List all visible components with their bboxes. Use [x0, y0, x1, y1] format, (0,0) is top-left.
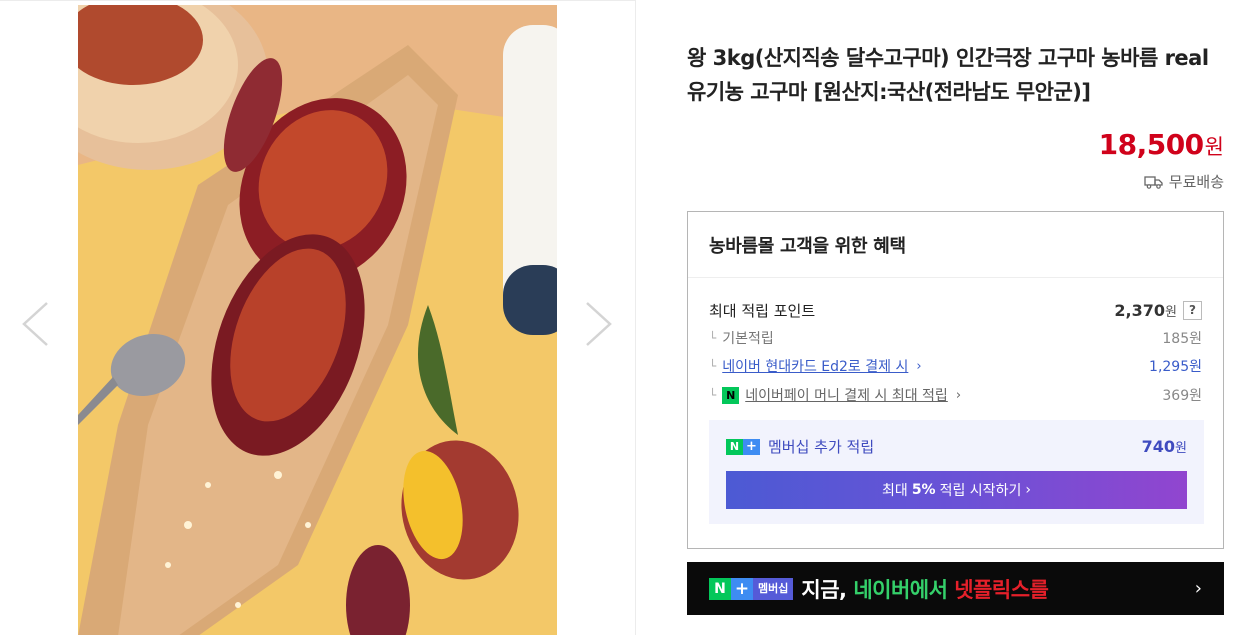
card-points-row: └ 네이버 현대카드 Ed2로 결제 시 › 1,295원: [709, 356, 1202, 376]
tree-branch-icon: └: [709, 331, 717, 345]
npay-points-value: 369원: [1162, 388, 1202, 404]
price-display: 18,500원: [1099, 128, 1224, 161]
truck-icon: [1144, 175, 1163, 189]
sweet-potato-photo: [78, 5, 557, 635]
max-points-row: 최대 적립 포인트 2,370원 ?: [709, 300, 1202, 321]
card-points-link[interactable]: 네이버 현대카드 Ed2로 결제 시: [722, 356, 908, 376]
tree-branch-icon: └: [709, 388, 717, 402]
product-gallery: [0, 0, 636, 635]
start-membership-button[interactable]: 최대 5% 적립 시작하기 ›: [726, 471, 1187, 509]
help-icon[interactable]: ?: [1183, 301, 1202, 320]
membership-unit: 원: [1175, 441, 1187, 456]
product-page: 왕 3kg(산지직송 달수고구마) 인간극장 고구마 농바름 real 유기농 …: [0, 0, 1245, 635]
shipping-info: 무료배송: [1144, 171, 1224, 192]
next-image-button[interactable]: [584, 301, 614, 347]
banner-text: 지금, 네이버에서 넷플릭스를: [801, 577, 1049, 602]
product-image[interactable]: [78, 5, 557, 635]
membership-panel: N + 멤버십 추가 적립 740원 최대 5% 적립 시작하기 ›: [709, 420, 1204, 524]
tree-branch-icon: └: [709, 359, 717, 373]
chevron-right-icon: ›: [955, 387, 962, 403]
product-title: 왕 3kg(산지직송 달수고구마) 인간극장 고구마 농바름 real 유기농 …: [687, 46, 1209, 104]
basic-points-value: 185원: [1162, 331, 1202, 347]
max-points-value-group: 2,370원 ?: [1114, 301, 1202, 320]
chevron-left-icon: [22, 302, 48, 346]
benefit-box: 농바름몰 고객을 위한 혜택 최대 적립 포인트 2,370원 ? └ 기본적립…: [687, 211, 1224, 549]
naver-plus-membership-badge: N + 멤버십: [709, 577, 794, 600]
membership-value-group: 740원: [1142, 437, 1187, 456]
npay-points-link[interactable]: 네이버페이 머니 결제 시 최대 적립: [745, 385, 948, 405]
naver-pay-icon: N: [722, 386, 740, 404]
max-points-value: 2,370: [1114, 301, 1166, 320]
netflix-promo-banner[interactable]: N + 멤버십 지금, 네이버에서 넷플릭스를 ›: [687, 562, 1224, 615]
shipping-label: 무료배송: [1168, 173, 1224, 191]
npay-points-row: └ N 네이버페이 머니 결제 시 최대 적립 › 369원: [709, 385, 1202, 405]
price-value: 18,500: [1098, 128, 1205, 161]
max-points-label: 최대 적립 포인트: [709, 302, 816, 320]
prev-image-button[interactable]: [20, 301, 50, 347]
basic-points-label: 기본적립: [722, 331, 774, 347]
benefit-heading: 농바름몰 고객을 위한 혜택: [688, 212, 1223, 278]
membership-value: 740: [1141, 437, 1176, 456]
membership-label: 멤버십 추가 적립: [768, 438, 875, 456]
chevron-right-icon: ›: [1194, 578, 1202, 599]
chevron-right-icon: [586, 302, 612, 346]
chevron-right-icon: ›: [916, 358, 922, 374]
chevron-right-icon: ›: [1025, 482, 1031, 498]
basic-points-row: └ 기본적립 185원: [709, 328, 1202, 348]
card-points-value: 1,295원: [1149, 359, 1202, 375]
max-points-unit: 원: [1165, 305, 1177, 320]
naver-plus-icon: N +: [726, 438, 760, 455]
price-unit: 원: [1204, 135, 1224, 159]
